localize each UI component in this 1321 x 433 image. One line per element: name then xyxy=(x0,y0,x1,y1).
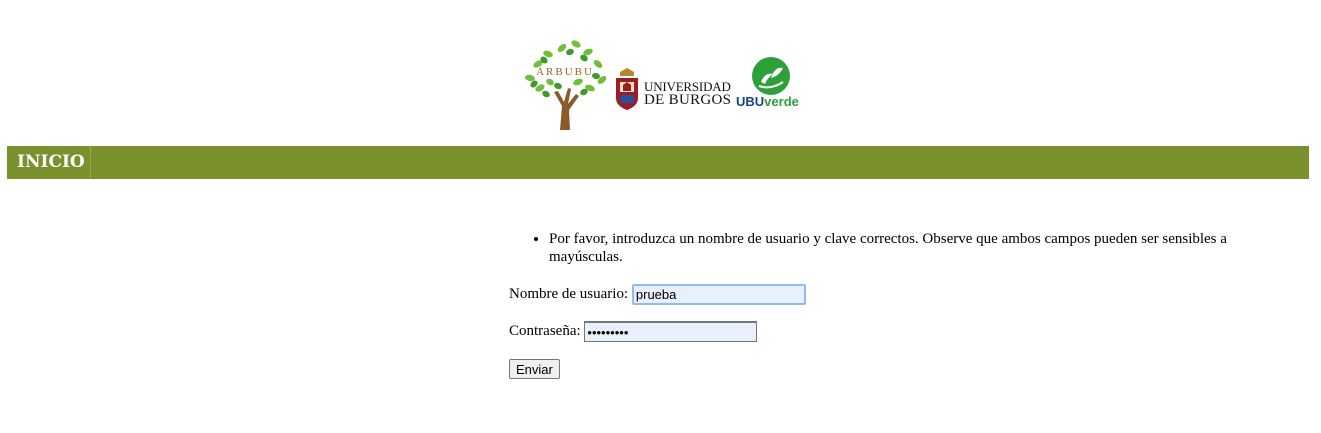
login-form: Por favor, introduzca un nombre de usuar… xyxy=(509,230,1289,379)
password-input[interactable] xyxy=(584,321,758,342)
password-label: Contraseña: xyxy=(509,322,581,339)
universidad-de-burgos-logo: UNIVERSIDAD DE BURGOS xyxy=(614,68,736,112)
sprout-icon xyxy=(752,57,790,95)
error-list: Por favor, introduzca un nombre de usuar… xyxy=(509,230,1289,266)
tree-icon xyxy=(525,40,607,130)
username-row: Nombre de usuario: xyxy=(509,284,806,305)
arbubu-logo-text: ARBUBU xyxy=(536,66,594,78)
nav-item-inicio[interactable]: INICIO xyxy=(7,146,91,179)
error-message: Por favor, introduzca un nombre de usuar… xyxy=(549,230,1289,266)
ubuverde-logo-text: UBUverde xyxy=(736,94,799,109)
username-input[interactable] xyxy=(631,284,806,305)
crest-icon xyxy=(616,68,638,110)
submit-button[interactable]: Enviar xyxy=(509,359,560,379)
arbubu-logo: ARBUBU xyxy=(518,36,610,130)
ubuverde-logo: UBUverde xyxy=(736,56,808,112)
header-logos: ARBUBU UNIVERSIDAD DE BURGOS UBUverde xyxy=(0,0,1321,140)
username-label: Nombre de usuario: xyxy=(509,285,629,302)
ubu-logo-line2: DE BURGOS xyxy=(644,92,732,108)
ubuverde-logo-text-verde: verde xyxy=(764,94,799,109)
ubuverde-logo-text-ubu: UBU xyxy=(736,94,765,109)
password-row: Contraseña: xyxy=(509,321,758,342)
main-navbar: INICIO xyxy=(7,146,1309,179)
